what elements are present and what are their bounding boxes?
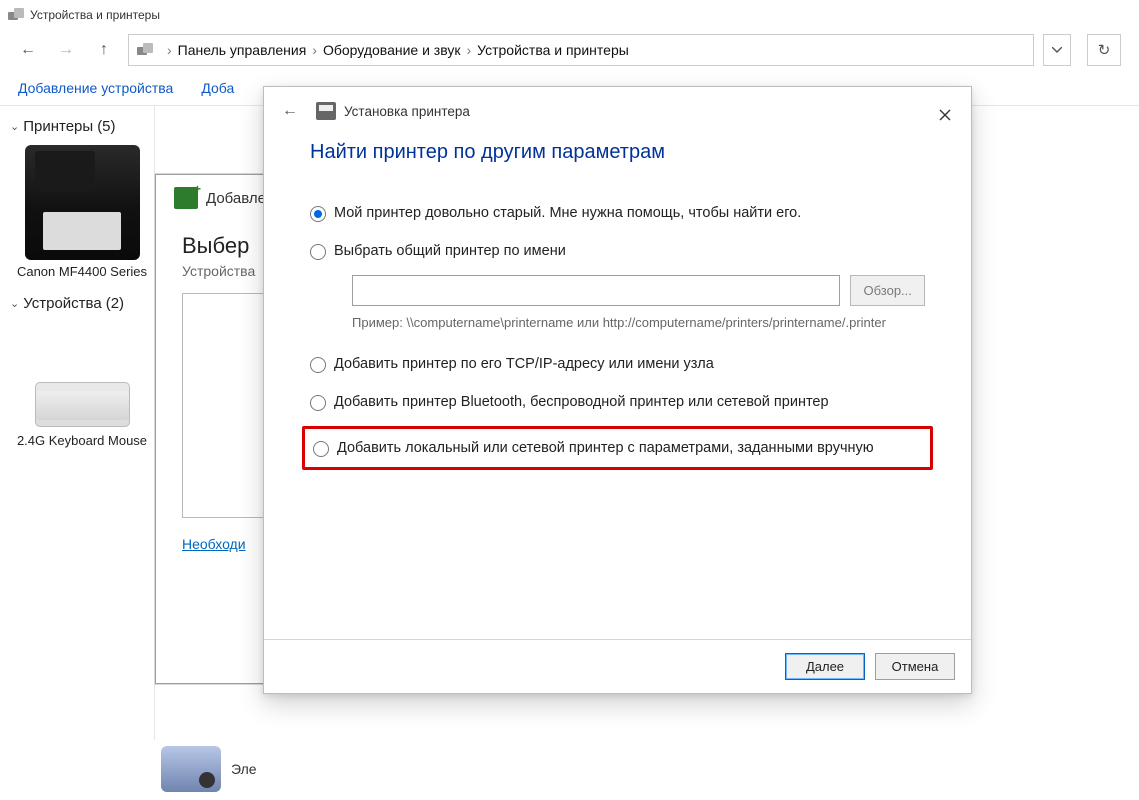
category-side: ⌄ Принтеры (5) Canon MF4400 Series ⌄ Уст… — [0, 106, 155, 740]
radio-icon[interactable] — [310, 206, 326, 222]
chevron-down-icon: ⌄ — [10, 297, 19, 310]
next-button[interactable]: Далее — [785, 653, 865, 680]
wizard-title: Установка принтера — [344, 104, 470, 119]
option-label: Добавить локальный или сетевой принтер с… — [337, 439, 874, 459]
device-label: Canon MF4400 Series — [10, 264, 154, 279]
browse-button[interactable]: Обзор... — [850, 275, 925, 306]
category-count: (2) — [106, 295, 124, 312]
scanner-icon — [161, 746, 221, 792]
option-tcp-ip[interactable]: Добавить принтер по его TCP/IP-адресу ил… — [310, 355, 925, 375]
option-by-name[interactable]: Выбрать общий принтер по имени — [310, 242, 925, 262]
add-device-command[interactable]: Добавление устройства — [18, 80, 173, 96]
breadcrumb[interactable]: Оборудование и звук — [323, 42, 461, 58]
chevron-right-icon: › — [167, 42, 172, 58]
devices-icon — [8, 8, 24, 22]
devices-category[interactable]: ⌄ Устройства (2) — [10, 295, 154, 312]
radio-icon[interactable] — [310, 395, 326, 411]
forward-button[interactable]: → — [52, 36, 80, 64]
back-button[interactable]: ← — [14, 36, 42, 64]
window-title: Устройства и принтеры — [30, 8, 160, 22]
printers-category[interactable]: ⌄ Принтеры (5) — [10, 118, 154, 135]
printer-wizard-dialog: ← Установка принтера Найти принтер по др… — [263, 86, 972, 694]
help-link[interactable]: Необходи — [156, 518, 272, 552]
device-label: 2.4G Keyboard Mouse — [10, 433, 154, 448]
wizard-heading: Найти принтер по другим параметрам — [310, 141, 925, 164]
cancel-button[interactable]: Отмена — [875, 653, 955, 680]
refresh-button[interactable]: ↻ — [1087, 34, 1121, 66]
option-label: Добавить принтер по его TCP/IP-адресу ил… — [334, 355, 714, 375]
category-count: (5) — [97, 118, 115, 135]
chevron-down-icon: ⌄ — [10, 120, 19, 133]
example-text: Пример: \\computername\printername или h… — [352, 314, 925, 333]
category-label: Принтеры — [23, 118, 93, 135]
add-printer-command[interactable]: Доба — [201, 80, 234, 96]
back-button[interactable]: ← — [278, 99, 302, 123]
up-button[interactable]: ↑ — [90, 36, 118, 64]
close-button[interactable] — [931, 101, 959, 129]
option-old-printer[interactable]: Мой принтер довольно старый. Мне нужна п… — [310, 204, 925, 224]
category-label: Устройства — [23, 295, 101, 312]
option-label: Выбрать общий принтер по имени — [334, 242, 566, 262]
radio-icon[interactable] — [310, 244, 326, 260]
by-name-fields: Обзор... Пример: \\computername\printern… — [352, 275, 925, 333]
option-manual[interactable]: Добавить локальный или сетевой принтер с… — [313, 439, 922, 459]
highlighted-option: Добавить локальный или сетевой принтер с… — [302, 426, 933, 470]
address-bar[interactable]: › Панель управления › Оборудование и зву… — [128, 34, 1034, 66]
status-bar: Эле — [145, 738, 273, 800]
status-text: Эле — [231, 761, 257, 777]
option-bluetooth[interactable]: Добавить принтер Bluetooth, беспроводной… — [310, 393, 925, 413]
title-bar: Устройства и принтеры — [0, 0, 1139, 30]
breadcrumb[interactable]: Панель управления — [178, 42, 307, 58]
wizard-body: Найти принтер по другим параметрам Мой п… — [264, 135, 971, 470]
wizard-titlebar: ← Установка принтера — [264, 87, 971, 135]
device-item-printer[interactable]: Canon MF4400 Series — [10, 145, 154, 279]
radio-icon[interactable] — [310, 357, 326, 373]
nav-bar: ← → ↑ › Панель управления › Оборудование… — [0, 30, 1139, 70]
chevron-right-icon: › — [312, 42, 317, 58]
add-device-icon — [174, 187, 198, 209]
radio-icon[interactable] — [313, 441, 329, 457]
devices-icon — [137, 43, 153, 57]
option-label: Мой принтер довольно старый. Мне нужна п… — [334, 204, 801, 224]
printer-name-input[interactable] — [352, 275, 840, 306]
chevron-right-icon: › — [466, 42, 471, 58]
printer-icon — [25, 145, 140, 260]
breadcrumb[interactable]: Устройства и принтеры — [477, 42, 629, 58]
printer-icon — [316, 102, 336, 120]
device-item-keyboard[interactable]: 2.4G Keyboard Mouse — [10, 382, 154, 448]
option-label: Добавить принтер Bluetooth, беспроводной… — [334, 393, 829, 413]
wizard-footer: Далее Отмена — [264, 639, 971, 693]
address-dropdown[interactable] — [1043, 34, 1071, 66]
keyboard-icon — [35, 382, 130, 427]
